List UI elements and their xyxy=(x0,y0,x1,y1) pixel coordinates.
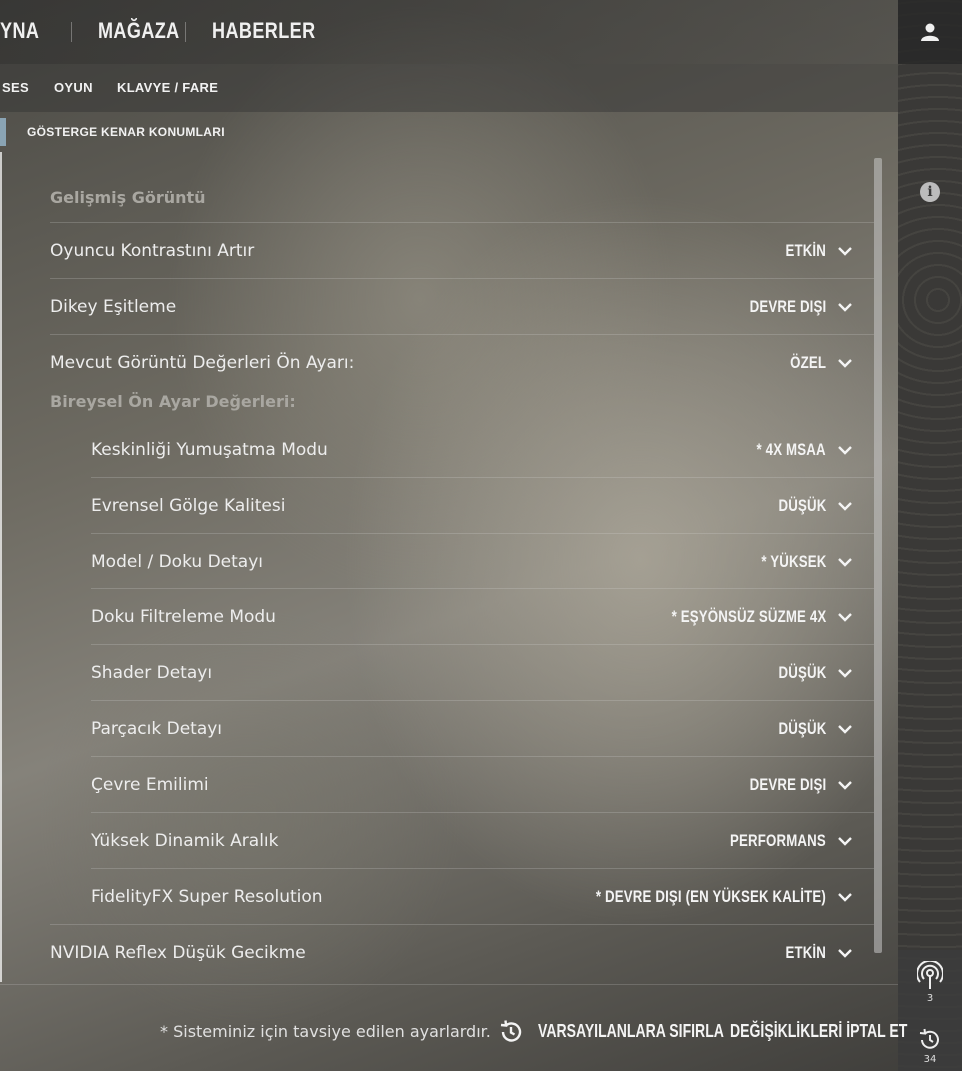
right-side-panel xyxy=(898,0,962,1071)
top-navigation: YNA MAĞAZA HABERLER xyxy=(0,0,898,64)
tab-audio[interactable]: SES xyxy=(2,80,29,95)
setting-value[interactable]: * DEVRE DIŞI (EN YÜKSEK KALİTE) xyxy=(596,887,826,907)
setting-value[interactable]: * EŞYÖNSÜZ SÜZME 4X xyxy=(671,607,826,627)
setting-label: Oyuncu Kontrastını Artır xyxy=(50,240,255,261)
setting-value[interactable]: * YÜKSEK xyxy=(761,552,826,572)
setting-label: Doku Filtreleme Modu xyxy=(91,606,276,627)
chevron-down-icon[interactable] xyxy=(836,298,854,316)
setting-label: NVIDIA Reflex Düşük Gecikme xyxy=(50,942,306,963)
setting-row[interactable]: NVIDIA Reflex Düşük Gecikme ETKİN xyxy=(50,924,874,980)
setting-row[interactable]: FidelityFX Super Resolution * DEVRE DIŞI… xyxy=(91,868,874,924)
subtab-hud-edge-positions[interactable]: GÖSTERGE KENAR KONUMLARI xyxy=(27,125,225,139)
setting-value[interactable]: DÜŞÜK xyxy=(778,496,826,516)
scrollbar[interactable] xyxy=(874,158,882,953)
section-heading-individual-presets: Bireysel Ön Ayar Değerleri: xyxy=(50,392,296,411)
setting-label: Model / Doku Detayı xyxy=(91,551,263,572)
chevron-down-icon[interactable] xyxy=(836,242,854,260)
nav-separator xyxy=(185,22,186,42)
chevron-down-icon[interactable] xyxy=(836,354,854,372)
left-edge-strip xyxy=(0,152,2,982)
setting-value[interactable]: DÜŞÜK xyxy=(778,663,826,683)
setting-value[interactable]: DEVRE DIŞI xyxy=(749,297,826,317)
history-count: 34 xyxy=(923,1053,937,1065)
setting-row[interactable]: Çevre Emilimi DEVRE DIŞI xyxy=(91,756,874,812)
info-icon[interactable]: i xyxy=(920,182,940,202)
cancel-changes-button[interactable]: DEĞİŞİKLİKLERİ İPTAL ET xyxy=(730,1021,907,1042)
setting-value[interactable]: ETKİN xyxy=(785,241,826,261)
user-button[interactable] xyxy=(898,0,962,64)
chevron-down-icon[interactable] xyxy=(836,441,854,459)
chevron-down-icon[interactable] xyxy=(836,888,854,906)
setting-value[interactable]: ÖZEL xyxy=(790,353,826,373)
setting-value[interactable]: DEVRE DIŞI xyxy=(749,775,826,795)
setting-label: Parçacık Detayı xyxy=(91,718,223,739)
setting-label: Keskinliği Yumuşatma Modu xyxy=(91,440,328,460)
nav-item-store[interactable]: MAĞAZA xyxy=(98,18,180,44)
nav-item-news[interactable]: HABERLER xyxy=(212,18,316,44)
history-icon xyxy=(919,1028,939,1049)
setting-row[interactable]: Oyuncu Kontrastını Artır ETKİN xyxy=(50,222,874,278)
chevron-down-icon[interactable] xyxy=(836,497,854,515)
setting-label: Yüksek Dinamik Aralık xyxy=(91,830,279,851)
chevron-down-icon[interactable] xyxy=(836,664,854,682)
active-subtab-marker xyxy=(0,118,6,146)
setting-label: Çevre Emilimi xyxy=(91,774,209,795)
setting-value[interactable]: PERFORMANS xyxy=(730,831,826,851)
setting-row[interactable]: Keskinliği Yumuşatma Modu * 4X MSAA xyxy=(91,422,874,478)
setting-label: FidelityFX Super Resolution xyxy=(91,886,323,907)
chevron-down-icon[interactable] xyxy=(836,608,854,626)
setting-row[interactable]: Mevcut Görüntü Değerleri Ön Ayarı: ÖZEL xyxy=(50,334,874,390)
setting-row[interactable]: Doku Filtreleme Modu * EŞYÖNSÜZ SÜZME 4X xyxy=(91,588,874,644)
chevron-down-icon[interactable] xyxy=(836,832,854,850)
broadcast-count: 3 xyxy=(926,992,934,1004)
section-heading-advanced-video: Gelişmiş Görüntü xyxy=(50,188,206,207)
setting-row[interactable]: Dikey Eşitleme DEVRE DIŞI xyxy=(50,278,874,334)
setting-value[interactable]: * 4X MSAA xyxy=(757,440,826,460)
setting-value[interactable]: DÜŞÜK xyxy=(778,719,826,739)
chevron-down-icon[interactable] xyxy=(836,720,854,738)
broadcast-icon xyxy=(917,960,943,989)
setting-label: Evrensel Gölge Kalitesi xyxy=(91,495,286,516)
setting-row[interactable]: Evrensel Gölge Kalitesi DÜŞÜK xyxy=(91,477,874,533)
nav-separator xyxy=(71,22,72,42)
history-button[interactable]: 34 xyxy=(898,1014,962,1071)
nav-item-play[interactable]: YNA xyxy=(0,18,39,44)
tab-game[interactable]: OYUN xyxy=(54,80,93,95)
reset-defaults-button[interactable]: VARSAYILANLARA SIFIRLA xyxy=(538,1021,724,1042)
setting-label: Mevcut Görüntü Değerleri Ön Ayarı: xyxy=(50,352,355,373)
user-icon xyxy=(921,23,939,41)
tab-keyboard-mouse[interactable]: KLAVYE / FARE xyxy=(117,80,218,95)
chevron-down-icon[interactable] xyxy=(836,776,854,794)
chevron-down-icon[interactable] xyxy=(836,553,854,571)
setting-row[interactable]: Parçacık Detayı DÜŞÜK xyxy=(91,700,874,756)
settings-tabs: SES OYUN KLAVYE / FARE xyxy=(0,64,898,112)
setting-row[interactable]: Shader Detayı DÜŞÜK xyxy=(91,644,874,700)
recommended-footnote: * Sisteminiz için tavsiye edilen ayarlar… xyxy=(160,1022,491,1041)
setting-row[interactable]: Yüksek Dinamik Aralık PERFORMANS xyxy=(91,812,874,868)
broadcast-button[interactable]: 3 xyxy=(898,950,962,1014)
chevron-down-icon[interactable] xyxy=(836,944,854,962)
setting-label: Dikey Eşitleme xyxy=(50,296,177,317)
reset-icon[interactable] xyxy=(498,1019,524,1045)
setting-label: Shader Detayı xyxy=(91,662,213,683)
setting-row[interactable]: Model / Doku Detayı * YÜKSEK xyxy=(91,533,874,589)
setting-value[interactable]: ETKİN xyxy=(785,943,826,963)
